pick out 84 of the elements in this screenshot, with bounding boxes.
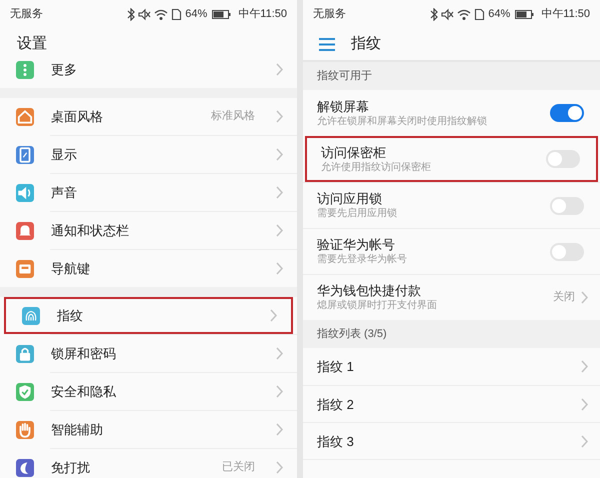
chevron-icon — [581, 360, 588, 373]
sim-icon — [474, 8, 486, 20]
settings-item[interactable]: 更多 — [0, 51, 297, 88]
chevron-icon — [581, 398, 588, 410]
chevron-icon — [276, 110, 283, 123]
settings-item[interactable]: 访问保密柜 允许使用指纹访问保密柜 — [305, 136, 598, 182]
wifi-icon — [457, 8, 472, 20]
item-label: 指纹 3 — [317, 432, 355, 450]
item-label: 免打扰 — [51, 458, 91, 477]
chevron-icon — [276, 347, 283, 360]
battery-icon — [212, 8, 232, 20]
item-label: 指纹 — [57, 306, 84, 325]
bluetooth-icon — [126, 8, 136, 20]
settings-item[interactable]: 通知和状态栏 — [0, 212, 297, 249]
item-description: 需要先登录华为帐号 — [317, 253, 408, 267]
screen-title: 指纹 — [351, 34, 381, 54]
settings-item[interactable]: 锁屏和密码 — [0, 335, 297, 372]
chevron-icon — [276, 63, 283, 76]
clock-text: 中午11:50 — [238, 6, 287, 22]
carrier-text: 无服务 — [313, 6, 346, 22]
settings-item[interactable]: 导航键 — [0, 250, 297, 287]
chevron-icon — [276, 148, 283, 161]
toggle-switch[interactable] — [550, 196, 584, 214]
settings-item[interactable]: 桌面风格 标准风格 — [0, 98, 297, 135]
item-label: 指纹 1 — [317, 358, 355, 375]
item-label: 访问保密柜 — [321, 144, 387, 160]
item-label: 通知和状态栏 — [51, 222, 130, 240]
settings-item[interactable]: 指纹 — [4, 297, 293, 334]
section-header: 指纹可用于 — [303, 62, 600, 90]
chevron-icon — [270, 309, 277, 322]
settings-item[interactable]: 安全和隐私 — [0, 373, 297, 410]
settings-item[interactable]: 访问应用锁 需要先启用应用锁 — [303, 182, 600, 228]
settings-item[interactable]: 指纹 3 — [303, 422, 600, 459]
settings-item[interactable]: 声音 — [0, 174, 297, 211]
settings-item[interactable]: 显示 — [0, 136, 297, 173]
item-label: 安全和隐私 — [51, 382, 117, 401]
chevron-icon — [276, 224, 283, 237]
item-label: 智能辅助 — [51, 420, 104, 439]
item-label: 解锁屏幕 — [317, 98, 370, 114]
mute-icon — [138, 8, 152, 20]
chevron-icon — [276, 262, 283, 275]
mute-icon — [441, 8, 454, 20]
item-label: 显示 — [51, 146, 78, 164]
toggle-switch[interactable] — [550, 242, 584, 260]
chevron-icon — [581, 434, 588, 448]
item-description: 允许在锁屏和屏幕关闭时使用指纹解锁 — [317, 114, 488, 128]
settings-item[interactable]: 解锁屏幕 允许在锁屏和屏幕关闭时使用指纹解锁 — [303, 90, 600, 136]
item-value: 关闭 — [553, 290, 575, 306]
settings-item[interactable]: 验证华为帐号 需要先登录华为帐号 — [303, 228, 600, 274]
item-label: 声音 — [51, 184, 78, 202]
wifi-icon — [154, 8, 168, 20]
item-label: 锁屏和密码 — [51, 344, 117, 363]
settings-item[interactable]: 免打扰 已关闭 — [0, 449, 297, 478]
bluetooth-icon — [429, 8, 438, 20]
battery-text: 64% — [185, 6, 208, 22]
sim-icon — [171, 8, 182, 20]
toggle-switch[interactable] — [546, 150, 580, 168]
chevron-icon — [276, 186, 283, 199]
clock-text: 中午11:50 — [541, 6, 590, 22]
settings-item[interactable]: 指纹 1 — [303, 348, 600, 385]
item-label: 更多 — [51, 60, 78, 79]
chevron-icon — [276, 423, 283, 436]
item-description: 熄屏或锁屏时打开支付界面 — [317, 299, 438, 313]
item-description: 需要先启用应用锁 — [317, 207, 398, 221]
toggle-switch[interactable] — [550, 104, 584, 122]
item-label: 华为钱包快捷付款 — [317, 282, 422, 299]
battery-text: 64% — [488, 6, 510, 22]
item-label: 访问应用锁 — [317, 190, 383, 207]
menu-icon[interactable] — [319, 38, 335, 50]
settings-item[interactable]: 智能辅助 — [0, 411, 297, 448]
item-label: 导航键 — [51, 260, 91, 278]
item-label: 桌面风格 — [51, 108, 104, 126]
section-header: 指纹列表 (3/5) — [303, 320, 600, 348]
chevron-icon — [276, 461, 283, 474]
item-description: 允许使用指纹访问保密柜 — [321, 160, 432, 174]
item-value: 标准风格 — [211, 109, 255, 124]
item-label: 指纹 2 — [317, 396, 355, 412]
chevron-icon — [581, 291, 588, 304]
item-value: 已关闭 — [222, 460, 255, 476]
item-label: 验证华为帐号 — [317, 236, 396, 253]
carrier-text: 无服务 — [10, 6, 43, 22]
chevron-icon — [276, 385, 283, 398]
battery-icon — [515, 8, 534, 20]
settings-item[interactable]: 指纹 2 — [303, 385, 600, 422]
